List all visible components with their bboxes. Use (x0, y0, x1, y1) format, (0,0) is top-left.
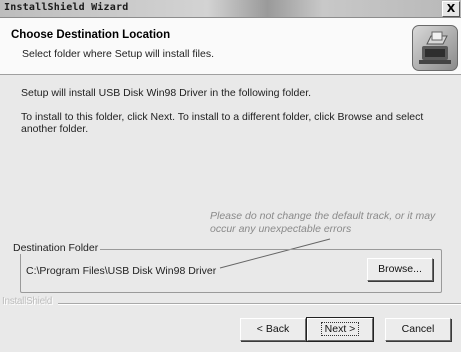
next-button-label: Next > (320, 322, 360, 336)
back-button[interactable]: < Back (240, 318, 306, 341)
cancel-button[interactable]: Cancel (385, 318, 451, 341)
back-button-label: < Back (256, 323, 290, 335)
browse-button-label: Browse... (378, 263, 422, 275)
installshield-brand: InstallShield (2, 296, 53, 307)
destination-folder-label: Destination Folder (11, 242, 101, 254)
annotation-pointer (219, 238, 331, 269)
cancel-button-label: Cancel (401, 323, 435, 335)
destination-path: C:\Program Files\USB Disk Win98 Driver (26, 265, 217, 277)
footer-divider (58, 303, 461, 305)
browse-button[interactable]: Browse... (367, 258, 433, 281)
next-button[interactable]: Next > (306, 317, 374, 342)
